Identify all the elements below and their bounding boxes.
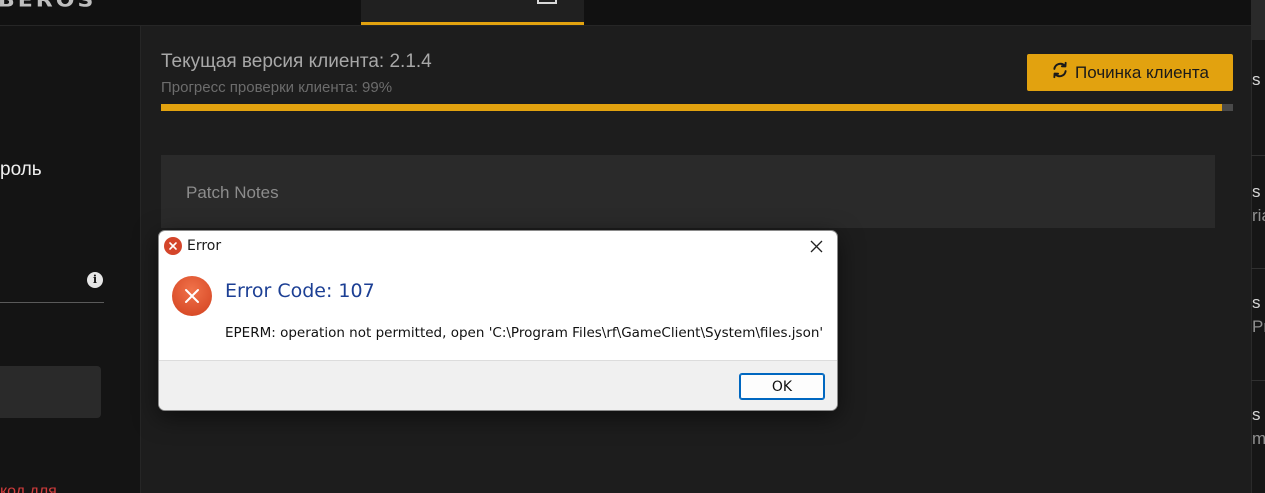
client-version: Текущая версия клиента: 2.1.4	[161, 51, 432, 72]
close-icon[interactable]	[801, 234, 831, 258]
error-heading: Error Code: 107	[225, 280, 375, 302]
news-separator	[1251, 268, 1265, 269]
right-scroll-thumb[interactable]	[1251, 0, 1265, 40]
dialog-footer: OK	[159, 360, 837, 410]
error-dialog: Error Error Code: 107 EPERM: operation n…	[158, 230, 838, 411]
error-message: EPERM: operation not permitted, open 'C:…	[225, 325, 824, 341]
news-separator	[1251, 155, 1265, 156]
nav-tab-active[interactable]	[361, 0, 584, 25]
news-item-date[interactable]: s 2	[1252, 405, 1265, 425]
news-item-date[interactable]: s 2	[1252, 293, 1265, 313]
password-input[interactable]	[0, 302, 104, 303]
progress-bar-fill	[161, 104, 1223, 111]
dialog-title: Error	[187, 238, 222, 254]
news-item-title[interactable]: ria	[1252, 206, 1265, 226]
error-icon	[172, 276, 212, 316]
app-logo: BEROS	[0, 0, 97, 12]
repair-client-label: Починка клиента	[1075, 62, 1209, 82]
patch-notes-panel: Patch Notes	[161, 155, 1215, 228]
password-label: роль	[0, 159, 42, 180]
sidebar: роль i код для	[0, 26, 140, 493]
progress-status: Прогресс проверки клиента: 99%	[161, 79, 393, 96]
sidebar-button[interactable]	[0, 366, 101, 418]
news-item-title[interactable]: Pro	[1252, 317, 1265, 337]
news-item-date[interactable]: s 0	[1252, 70, 1265, 90]
info-icon[interactable]: i	[87, 272, 103, 288]
news-separator	[1251, 380, 1265, 381]
dialog-titlebar[interactable]: Error	[159, 231, 837, 261]
ok-button[interactable]: OK	[739, 373, 825, 400]
progress-bar	[161, 104, 1233, 111]
recovery-code-link[interactable]: код для	[0, 483, 57, 493]
tab-icon	[537, 0, 557, 4]
top-navigation-bar: BEROS	[0, 0, 1251, 26]
news-item-title[interactable]: mu	[1252, 429, 1265, 449]
refresh-icon	[1051, 61, 1069, 84]
error-icon	[164, 237, 182, 255]
patch-notes-title: Patch Notes	[186, 183, 279, 202]
news-item-date[interactable]: s 0	[1252, 182, 1265, 202]
repair-client-button[interactable]: Починка клиента	[1027, 54, 1233, 91]
